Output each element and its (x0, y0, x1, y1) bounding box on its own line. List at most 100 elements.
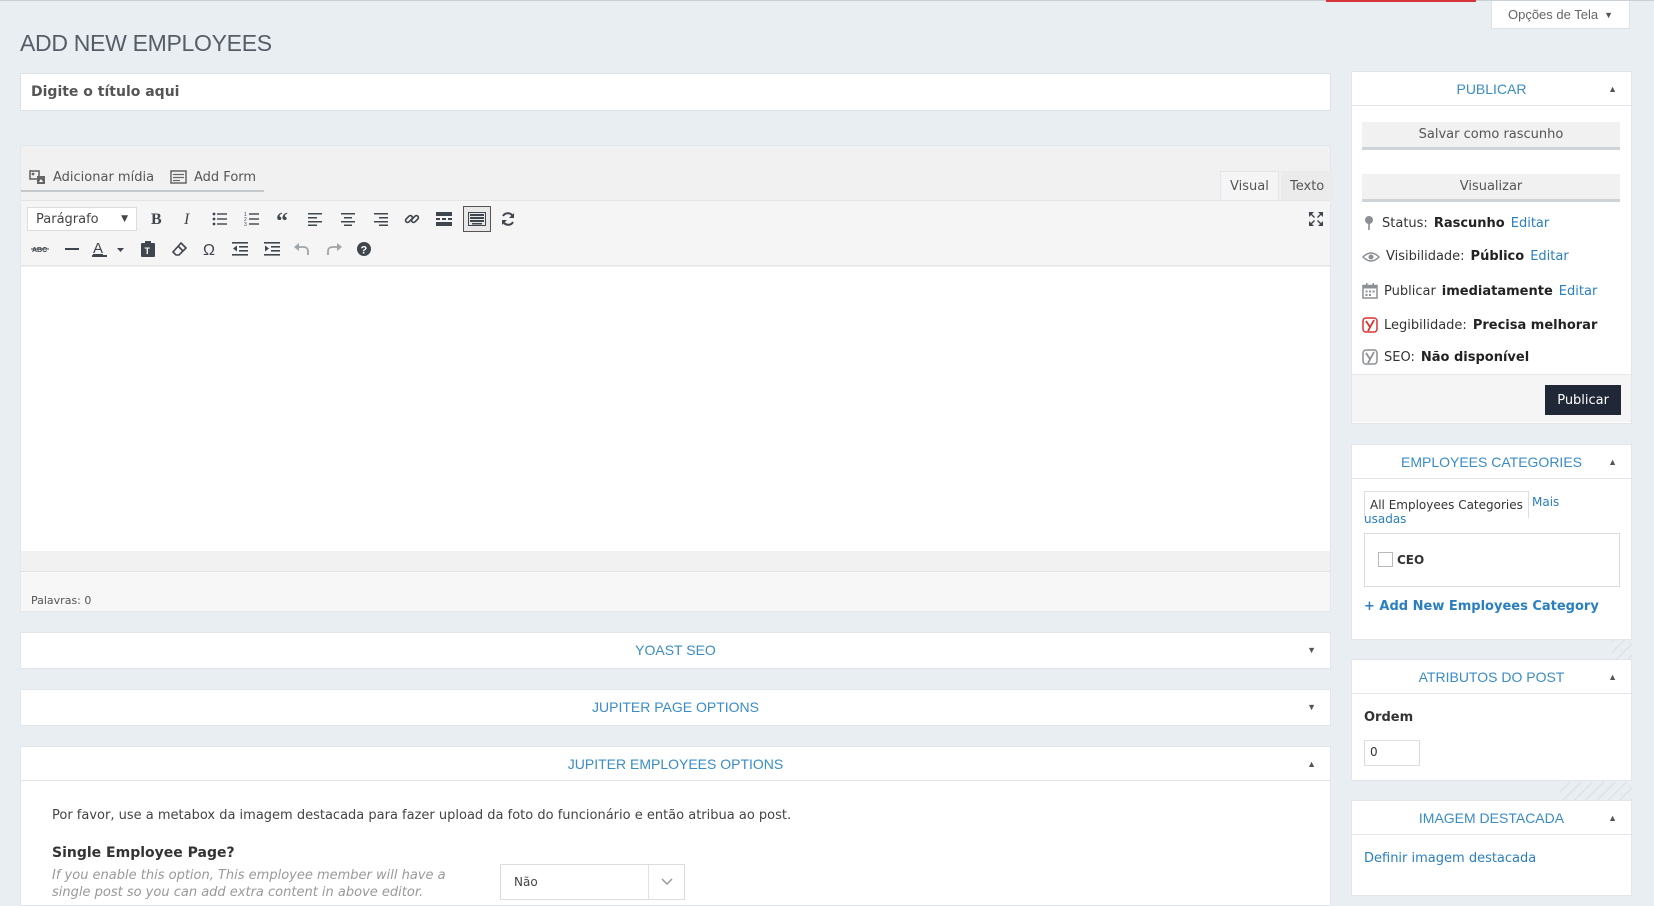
bullet-list-icon (212, 212, 227, 226)
collapse-arrow-icon[interactable]: ▲ (1608, 457, 1617, 467)
undo-button[interactable] (289, 237, 315, 261)
calendar-icon (1362, 283, 1378, 299)
fullscreen-icon (1309, 212, 1323, 226)
category-item[interactable]: CEO (1378, 552, 1424, 567)
add-new-category-link[interactable]: + Add New Employees Category (1364, 599, 1599, 614)
insert-link-button[interactable] (399, 207, 425, 231)
add-form-label: Add Form (194, 169, 257, 185)
expand-arrow-icon[interactable]: ▼ (1307, 645, 1316, 655)
collapse-arrow-icon[interactable]: ▲ (1608, 84, 1617, 94)
publish-actions: Publicar (1352, 374, 1631, 422)
horizontal-line-button[interactable] (59, 237, 85, 261)
admin-bar-accent (1326, 0, 1476, 2)
numbered-list-icon: 123 (244, 212, 259, 226)
collapse-arrow-icon[interactable]: ▲ (1608, 672, 1617, 682)
blockquote-button[interactable]: “ (271, 207, 297, 231)
italic-button[interactable]: I (175, 207, 201, 231)
refresh-button[interactable] (495, 207, 521, 231)
tab-most-used-line2: usadas (1364, 512, 1407, 526)
keyboard-icon (468, 212, 486, 226)
publish-header[interactable]: PUBLICAR ▲ (1352, 72, 1631, 106)
indent-button[interactable] (259, 237, 285, 261)
clear-formatting-button[interactable] (167, 237, 193, 261)
preview-button[interactable]: Visualizar (1362, 174, 1620, 202)
featured-image-header[interactable]: IMAGEM DESTACADA ▲ (1352, 801, 1631, 835)
jupiter-employees-options-header[interactable]: JUPITER EMPLOYEES OPTIONS ▲ (21, 747, 1330, 781)
publish-button[interactable]: Publicar (1545, 385, 1621, 415)
set-featured-image-link[interactable]: Definir imagem destacada (1364, 851, 1536, 866)
expand-arrow-icon[interactable]: ▼ (1307, 702, 1316, 712)
bullet-list-button[interactable] (207, 207, 233, 231)
numbered-list-button[interactable]: 123 (239, 207, 265, 231)
bold-button[interactable]: B (143, 207, 169, 231)
word-count: Palavras: 0 (31, 594, 92, 607)
undo-icon (294, 243, 309, 255)
text-color-button[interactable]: A (89, 237, 129, 261)
visibility-value: Público (1470, 249, 1525, 264)
post-title-input[interactable]: Digite o título aqui (20, 73, 1331, 111)
employees-categories-header[interactable]: EMPLOYEES CATEGORIES ▲ (1352, 445, 1631, 479)
visibility-row: Visibilidade: Público Editar (1362, 249, 1569, 264)
collapse-arrow-icon[interactable]: ▲ (1608, 813, 1617, 823)
single-employee-page-select[interactable]: Não (500, 864, 685, 900)
redo-button[interactable] (321, 237, 347, 261)
outdent-button[interactable] (227, 237, 253, 261)
bold-icon: B (151, 211, 162, 227)
edit-schedule-link[interactable]: Editar (1559, 284, 1598, 299)
yoast-seo-header[interactable]: YOAST SEO ▼ (21, 633, 1330, 667)
tab-visual[interactable]: Visual (1220, 171, 1279, 201)
editor-statusbar: Palavras: 0 (21, 571, 1330, 611)
svg-text:ABC: ABC (32, 247, 47, 254)
format-select[interactable]: Parágrafo ▼ (27, 207, 137, 231)
edit-visibility-link[interactable]: Editar (1530, 249, 1569, 264)
save-draft-button[interactable]: Salvar como rascunho (1362, 122, 1620, 150)
editor-content-area[interactable] (21, 267, 1330, 551)
add-media-button[interactable]: Adicionar mídia (21, 164, 163, 192)
align-right-button[interactable] (367, 207, 393, 231)
readability-row: Legibilidade: Precisa melhorar (1362, 317, 1597, 333)
order-input[interactable]: 0 (1364, 740, 1420, 766)
screen-options-button[interactable]: Opções de Tela ▼ (1491, 1, 1630, 29)
caret-down-icon: ▼ (1604, 9, 1614, 20)
post-attributes-title: ATRIBUTOS DO POST (1418, 668, 1565, 685)
seo-value: Não disponível (1420, 349, 1530, 365)
svg-text:A: A (93, 240, 103, 257)
toolbar-toggle-button[interactable] (463, 206, 491, 232)
editor-toolbar: Parágrafo ▼ B I 123 “ ABC A T Ω ? (21, 200, 1330, 266)
strikethrough-icon: ABC (31, 247, 49, 254)
align-center-icon (341, 213, 355, 226)
add-form-button[interactable]: Add Form (162, 164, 265, 192)
indent-icon (264, 242, 280, 256)
yoast-seo-title: YOAST SEO (635, 642, 716, 658)
tab-most-used[interactable]: Mais usadas (1364, 494, 1584, 528)
category-checkbox[interactable] (1378, 552, 1393, 567)
eraser-icon (172, 241, 188, 256)
jupiter-employees-options-metabox: JUPITER EMPLOYEES OPTIONS ▲ Por favor, u… (20, 746, 1331, 906)
status-label: Status: (1382, 215, 1428, 231)
status-value: Rascunho (1433, 215, 1505, 231)
post-title-placeholder: Digite o título aqui (31, 84, 180, 100)
yoast-readability-icon (1362, 317, 1378, 333)
page-title: ADD NEW EMPLOYEES (20, 30, 272, 56)
post-attributes-metabox: ATRIBUTOS DO POST ▲ Ordem 0 (1351, 659, 1632, 781)
post-attributes-header[interactable]: ATRIBUTOS DO POST ▲ (1352, 660, 1631, 694)
refresh-icon (502, 212, 514, 226)
svg-text:3: 3 (244, 222, 247, 226)
align-left-button[interactable] (303, 207, 329, 231)
help-button[interactable]: ? (351, 237, 377, 261)
edit-status-link[interactable]: Editar (1511, 216, 1550, 231)
special-character-button[interactable]: Ω (197, 237, 223, 261)
tab-text[interactable]: Texto (1281, 171, 1334, 201)
collapse-arrow-icon[interactable]: ▲ (1307, 759, 1316, 769)
publish-metabox: PUBLICAR ▲ Salvar como rascunho Visualiz… (1351, 71, 1632, 424)
format-select-value: Parágrafo (36, 211, 99, 227)
strikethrough-button[interactable]: ABC (27, 237, 53, 261)
chevron-down-icon: ▼ (121, 214, 128, 224)
order-label: Ordem (1364, 710, 1414, 725)
jupiter-page-options-header[interactable]: JUPITER PAGE OPTIONS ▼ (21, 690, 1330, 724)
paste-text-button[interactable]: T (135, 237, 161, 261)
read-more-button[interactable] (431, 207, 457, 231)
align-center-button[interactable] (335, 207, 361, 231)
schedule-label: Publicar (1384, 283, 1436, 299)
fullscreen-button[interactable] (1303, 207, 1329, 231)
